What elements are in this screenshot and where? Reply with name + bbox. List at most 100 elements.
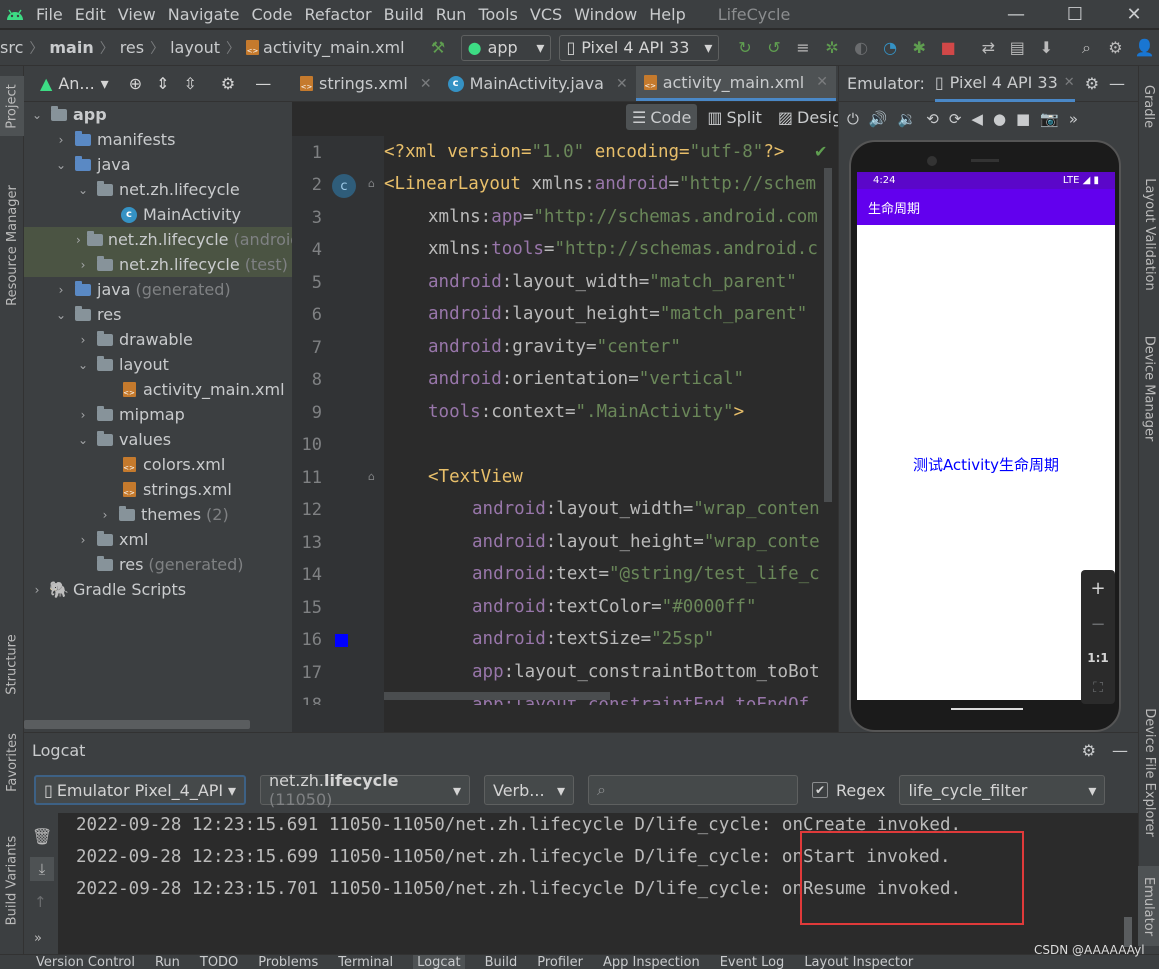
chevron-down-icon[interactable]: ⌄ [76,358,90,372]
tab-run[interactable]: Run [155,955,180,969]
gear-icon[interactable]: ⚙ [1082,741,1096,760]
close-icon[interactable]: ✕ [616,76,628,92]
device-manager-icon[interactable]: ▤ [1006,36,1029,60]
tree-item-themes[interactable]: › themes (2) [24,502,292,527]
zoom-actual-button[interactable]: 1:1 [1087,651,1109,665]
hide-icon[interactable]: — [1109,74,1125,93]
tab-terminal[interactable]: Terminal [338,955,393,969]
chevron-down-icon[interactable]: ⌄ [76,183,90,197]
stop-icon[interactable]: ■ [937,36,960,60]
chevron-right-icon[interactable]: › [76,258,90,272]
trash-icon[interactable]: 🗑 [32,827,52,846]
tab-gradle[interactable]: Gradle [1137,76,1159,136]
tab-mainactivity-java[interactable]: c MainActivity.java ✕ [440,66,636,101]
rotate-right-icon[interactable]: ⟳ [949,110,962,128]
sdk-manager-icon[interactable]: ⬇ [1035,36,1058,60]
avatar-icon[interactable]: 👤 [1133,36,1156,60]
tab-resource-manager[interactable]: Resource Manager [0,170,24,320]
tab-build-variants[interactable]: Build Variants [0,830,24,930]
breadcrumb-res[interactable]: res [120,38,144,57]
tab-activity-main-xml[interactable]: <> activity_main.xml ✕ [635,66,836,101]
tab-layout-inspector[interactable]: Layout Inspector [804,955,913,969]
gear-icon[interactable]: ⚙ [1104,36,1127,60]
breadcrumb-layout[interactable]: layout [170,38,220,57]
log-level-select[interactable]: Verb... ▾ [484,775,574,805]
color-swatch-icon[interactable] [335,634,348,647]
tab-todo[interactable]: TODO [200,955,238,969]
chevron-right-icon[interactable]: › [76,408,90,422]
tree-item-layout[interactable]: ⌄ layout [24,352,292,377]
class-gutter-icon[interactable]: c [332,174,356,198]
code-editor[interactable]: ☰ Code ▥ Split ▨ Design 1 2 3 4 5 6 7 8 9 1… [292,102,852,732]
menu-vcs[interactable]: VCS [524,5,568,24]
run-config-select[interactable]: ● app ▾ [460,34,552,61]
rotate-left-icon[interactable]: ⟲ [926,110,939,128]
fold-icon[interactable]: ⌂ [368,470,375,483]
tab-emulator[interactable]: Emulator [1137,866,1159,946]
code-area[interactable]: <?xml version="1.0" encoding="utf-8"?> <… [384,136,832,732]
process-select[interactable]: net.zh.lifecycle (11050) ▾ [260,771,470,809]
tab-device-manager[interactable]: Device Manager [1137,328,1159,448]
menu-view[interactable]: View [112,5,162,24]
chevron-right-icon[interactable]: › [30,583,44,597]
tree-item-xml[interactable]: › xml [24,527,292,552]
breadcrumb-main[interactable]: main [49,38,93,57]
chevron-right-icon[interactable]: › [54,283,68,297]
menu-window[interactable]: Window [568,5,643,24]
tab-favorites[interactable]: Favorites [0,722,24,802]
volume-up-icon[interactable]: 🔊 [869,110,888,128]
device-select[interactable]: ▯ Pixel 4 API 33 ▾ [559,34,720,61]
chevron-down-icon[interactable]: ⌄ [54,308,68,322]
gesture-bar[interactable] [951,708,1023,710]
device-screen[interactable]: 4:24 LTE ◢ ▮ 生命周期 测试Activity生命周期 [857,172,1115,700]
tree-item-gradle-scripts[interactable]: › 🐘 Gradle Scripts [24,577,292,602]
tab-device-file-explorer[interactable]: Device File Explorer [1137,692,1159,852]
tab-profiler[interactable]: Profiler [537,955,583,969]
chevron-right-icon[interactable]: › [76,333,90,347]
rerun-list-icon[interactable]: ≡ [791,36,814,60]
zoom-fit-icon[interactable]: ⛶ [1093,680,1103,696]
tab-version-control[interactable]: Version Control [36,955,135,969]
hammer-icon[interactable]: ⚒ [427,36,450,60]
up-arrow-icon[interactable]: ↑ [34,893,47,911]
chevron-right-icon[interactable]: › [76,233,81,247]
menu-build[interactable]: Build [378,5,430,24]
tree-item-package-androidtest[interactable]: › net.zh.lifecycle (androidTest) [24,227,292,252]
filter-select[interactable]: life_cycle_filter ▾ [899,775,1106,805]
tree-item-package[interactable]: ⌄ net.zh.lifecycle [24,177,292,202]
tab-problems[interactable]: Problems [258,955,318,969]
chevron-right-icon[interactable]: › [76,533,90,547]
hide-icon[interactable]: — [255,74,271,93]
close-button[interactable]: ✕ [1105,0,1159,28]
close-icon[interactable]: ✕ [1064,75,1075,90]
menu-refactor[interactable]: Refactor [298,5,377,24]
horizontal-scrollbar[interactable] [24,720,250,729]
volume-down-icon[interactable]: 🔉 [898,110,917,128]
attach-debugger-icon[interactable]: ◐ [850,36,873,60]
breadcrumb-src[interactable]: src [0,38,23,57]
menu-navigate[interactable]: Navigate [162,5,246,24]
fold-icon[interactable]: ⌂ [368,177,375,190]
tree-item-res[interactable]: ⌄ res [24,302,292,327]
chevron-down-icon[interactable]: ⌄ [76,433,90,447]
menu-tools[interactable]: Tools [472,5,523,24]
sync-gradle-icon[interactable]: ⇄ [977,36,1000,60]
tree-item-activity-main[interactable]: <> activity_main.xml [24,377,292,402]
device-select[interactable]: ▯ Emulator Pixel_4_API ▾ [34,775,246,805]
tree-item-drawable[interactable]: › drawable [24,327,292,352]
menu-help[interactable]: Help [643,5,691,24]
tab-build[interactable]: Build [485,955,518,969]
home-icon[interactable]: ● [993,110,1006,128]
tree-item-res-generated[interactable]: res (generated) [24,552,292,577]
tab-event-log[interactable]: Event Log [720,955,785,969]
locate-icon[interactable]: ⊕ [129,74,142,93]
tree-item-app[interactable]: ⌄ app [24,102,292,127]
expand-all-icon[interactable]: ⇕ [156,74,169,93]
overview-icon[interactable]: ■ [1016,110,1030,128]
camera-icon[interactable]: 📷 [1040,110,1059,128]
breadcrumb-file[interactable]: activity_main.xml [263,38,405,57]
log-search-input[interactable]: ⌕ [588,775,798,805]
project-view-select[interactable]: An... [58,74,94,93]
tree-item-strings[interactable]: <> strings.xml [24,477,292,502]
tab-strings-xml[interactable]: <> strings.xml ✕ [292,66,440,101]
